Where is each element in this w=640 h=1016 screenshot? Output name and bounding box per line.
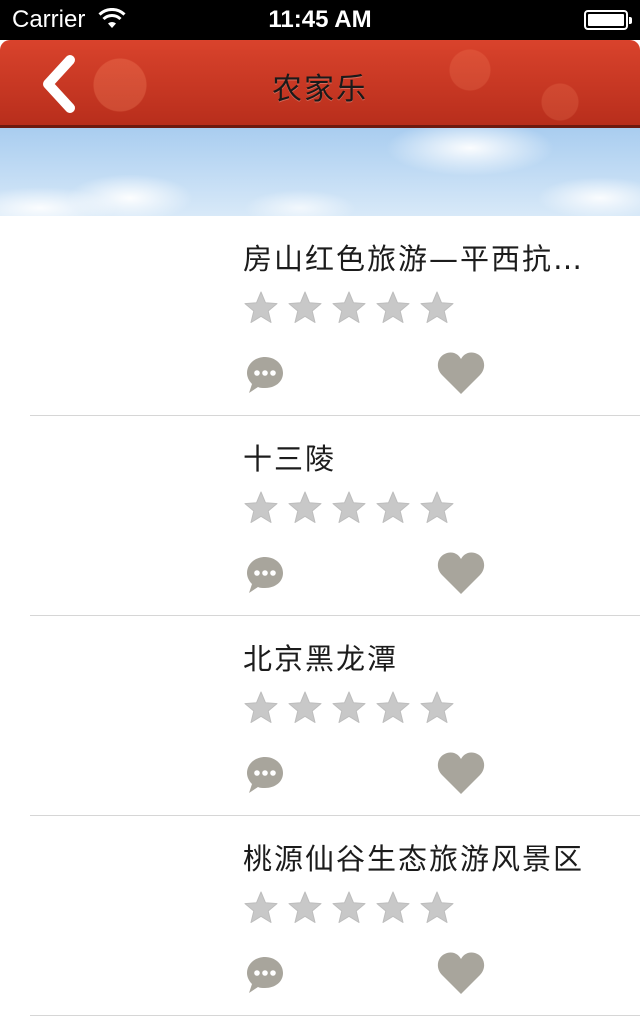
navigation-bar: 农家乐 [0,40,640,128]
star-icon [376,891,410,923]
list-item[interactable]: 北京黑龙潭 [0,616,640,816]
star-rating [243,490,463,526]
comment-icon[interactable] [244,554,286,596]
star-icon [288,691,322,723]
star-rating [243,290,463,326]
item-title: 北京黑龙潭 [243,642,399,676]
list-item[interactable]: 十三陵 [0,416,640,616]
heart-icon[interactable] [436,550,486,596]
star-icon [288,891,322,923]
star-rating [243,690,463,726]
heart-icon[interactable] [436,950,486,996]
star-icon [332,691,366,723]
star-icon [420,491,454,523]
star-icon [420,891,454,923]
comment-icon[interactable] [244,754,286,796]
star-rating [243,890,463,926]
star-icon [332,891,366,923]
star-icon [288,491,322,523]
item-title: 房山红色旅游—平西抗… [243,242,585,276]
heart-icon[interactable] [436,350,486,396]
star-icon [244,291,278,323]
star-icon [376,691,410,723]
status-bar: Carrier 11:45 AM [0,0,640,40]
star-icon [244,891,278,923]
header-banner-image [0,128,640,216]
comment-icon[interactable] [244,354,286,396]
item-title: 十三陵 [243,442,337,476]
status-time: 11:45 AM [268,6,372,33]
star-icon [332,291,366,323]
battery-icon [584,10,632,30]
star-icon [244,491,278,523]
attraction-list: 房山红色旅游—平西抗… 十三陵 北京黑龙潭 桃源仙谷生态旅游风景区 [0,216,640,1016]
star-icon [288,291,322,323]
star-icon [420,291,454,323]
comment-icon[interactable] [244,954,286,996]
page-title: 农家乐 [272,72,368,107]
heart-icon[interactable] [436,750,486,796]
item-title: 桃源仙谷生态旅游风景区 [243,842,585,876]
list-item[interactable]: 桃源仙谷生态旅游风景区 [0,816,640,1016]
star-icon [420,691,454,723]
star-icon [376,291,410,323]
star-icon [244,691,278,723]
star-icon [332,491,366,523]
list-item[interactable]: 房山红色旅游—平西抗… [0,216,640,416]
star-icon [376,491,410,523]
